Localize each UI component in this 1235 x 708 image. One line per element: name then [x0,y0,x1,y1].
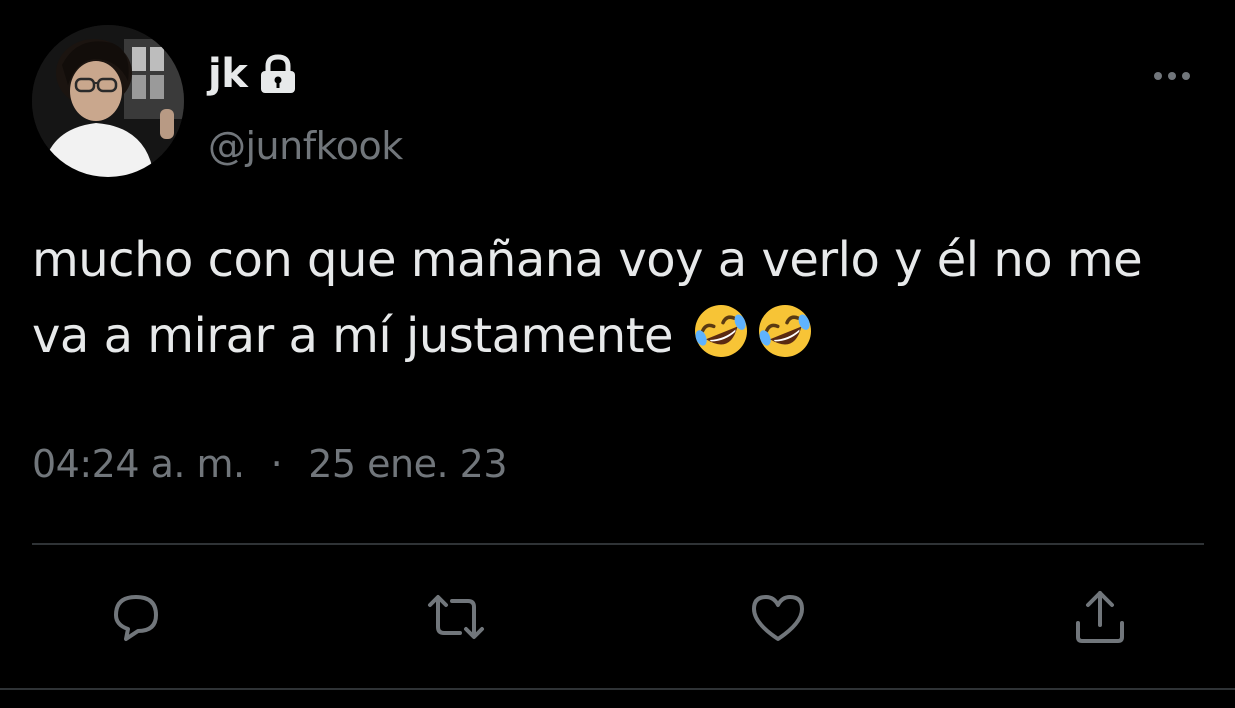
user-handle[interactable]: @junfkook [208,122,403,170]
tweet-text: mucho con que mañana voy a verlo y él no… [32,222,1212,374]
share-icon [1076,591,1124,643]
heart-icon [752,595,804,641]
share-button[interactable] [1068,585,1132,649]
lock-icon [256,54,300,94]
avatar[interactable] [32,25,184,177]
rofl-emoji [690,300,752,362]
display-name[interactable]: jk [208,50,248,98]
reply-icon [114,595,158,641]
divider [32,543,1204,545]
tweet-card: jk @junfkook mucho con que mañana voy a … [0,0,1235,708]
rofl-emoji [754,300,816,362]
tweet-body: mucho con que mañana voy a verlo y él no… [32,232,1157,364]
tweet-metadata: 04:24 a. m. · 25 ene. 23 [32,438,508,490]
action-bar [0,585,1235,649]
retweet-button[interactable] [424,585,488,649]
like-button[interactable] [746,585,810,649]
avatar-image [32,25,184,177]
tweet-time[interactable]: 04:24 a. m. [32,442,245,486]
retweet-icon [428,595,484,639]
bottom-divider [0,688,1235,690]
meta-separator: · [270,442,283,486]
more-icon[interactable] [1148,58,1196,94]
tweet-date[interactable]: 25 ene. 23 [308,442,507,486]
reply-button[interactable] [104,585,168,649]
